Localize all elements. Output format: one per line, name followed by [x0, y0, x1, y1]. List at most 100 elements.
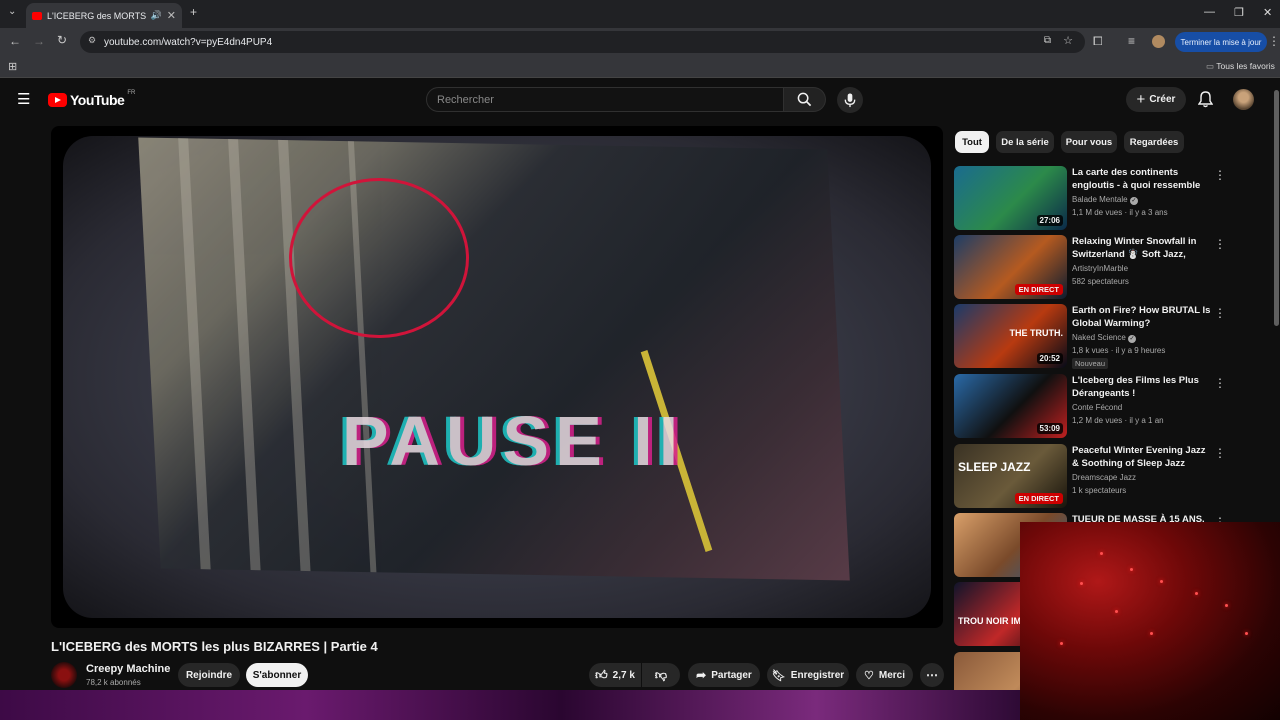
thumbs-down-icon: 👎︎ — [654, 667, 668, 682]
minimize-icon[interactable]: — — [1204, 6, 1215, 18]
subscribe-button[interactable]: S'abonner — [246, 663, 308, 687]
reload-icon[interactable]: ↻ — [57, 33, 67, 47]
youtube-wordmark: YouTube — [70, 92, 125, 108]
recommendation-item[interactable]: SLEEP JAZZ EN DIRECT Peaceful Winter Eveni… — [954, 444, 1264, 508]
close-window-icon[interactable]: ✕ — [1263, 6, 1272, 19]
recommendation-item[interactable]: THE TRUTH. 20:52 Earth on Fire? How BRUTAL… — [954, 304, 1264, 369]
site-info-icon[interactable]: ⚙ — [88, 35, 96, 46]
page-scrollbar[interactable] — [1274, 90, 1279, 326]
recommendation-meta: 1,2 M de vues · il y a 1 an — [1072, 416, 1164, 425]
chip-for-you[interactable]: Pour vous — [1061, 131, 1117, 153]
more-vert-icon[interactable]: ⋮ — [1214, 376, 1226, 390]
hamburger-menu-icon[interactable]: ☰ — [17, 90, 30, 108]
chip-all[interactable]: Tout — [955, 131, 989, 153]
back-icon[interactable]: ← — [9, 34, 21, 48]
more-horizontal-icon: ⋯ — [926, 668, 938, 682]
all-bookmarks-folder[interactable]: ▭ Tous les favoris — [1206, 61, 1275, 72]
video-player[interactable]: PAUSE II — [51, 126, 943, 628]
verified-icon: ✓ — [1128, 335, 1137, 343]
thumbnail-text: THE TRUTH. — [1009, 328, 1064, 338]
chip-watched[interactable]: Regardées — [1124, 131, 1184, 153]
youtube-logo[interactable]: YouTube FR — [48, 90, 135, 108]
video-title: L'ICEBERG des MORTS les plus BIZARRES | … — [51, 639, 378, 654]
browser-tab[interactable]: L'ICEBERG des MORTS les p 🔊 ✕ — [26, 3, 182, 28]
microphone-icon — [844, 92, 856, 107]
recommendation-title[interactable]: L'Iceberg des Films les Plus Dérangeants… — [1072, 374, 1212, 401]
maximize-icon[interactable]: ❐ — [1234, 6, 1244, 19]
reading-list-icon[interactable]: ≡ — [1128, 34, 1135, 48]
plus-icon: + — [1136, 91, 1146, 108]
recommendation-channel[interactable]: Balade Mentale ✓ — [1072, 195, 1138, 205]
bookmark-star-icon[interactable]: ☆ — [1063, 34, 1073, 47]
user-avatar[interactable] — [1233, 89, 1254, 110]
notifications-bell-icon[interactable] — [1198, 91, 1213, 108]
search-input[interactable]: Rechercher — [426, 87, 784, 112]
recommendation-channel[interactable]: Conte Fécond — [1072, 403, 1122, 412]
extensions-icon[interactable]: ⧠ — [1093, 34, 1103, 49]
recommendation-meta: 1 k spectateurs — [1072, 486, 1127, 495]
youtube-play-icon — [48, 93, 67, 107]
video-thumbnail[interactable]: 27:06 — [954, 166, 1067, 230]
video-thumbnail[interactable]: SLEEP JAZZ EN DIRECT — [954, 444, 1067, 508]
video-thumbnail[interactable]: 53:09 — [954, 374, 1067, 438]
pause-overlay-text: PAUSE II — [341, 402, 685, 480]
recommendation-title[interactable]: Relaxing Winter Snowfall in Switzerland … — [1072, 235, 1212, 262]
thumbs-up-icon: 👍︎ — [595, 667, 608, 682]
new-badge: Nouveau — [1072, 358, 1109, 369]
like-count: 2,7 k — [612, 669, 635, 681]
thumbnail-text: SLEEP JAZZ — [958, 460, 1031, 474]
recommendation-title[interactable]: Earth on Fire? How BRUTAL Is Global Warm… — [1072, 304, 1212, 331]
new-tab-icon[interactable]: + — [190, 5, 197, 19]
recommendation-item[interactable]: 53:09 L'Iceberg des Films les Plus Dérang… — [954, 374, 1264, 438]
chip-from-series[interactable]: De la série — [996, 131, 1054, 153]
speaker-icon[interactable]: 🔊 — [151, 10, 162, 21]
voice-search-button[interactable] — [837, 87, 863, 113]
heart-icon: ♡ — [864, 669, 874, 682]
video-thumbnail[interactable]: THE TRUTH. 20:52 — [954, 304, 1067, 368]
dislike-button[interactable]: 👎︎ — [642, 663, 680, 687]
live-badge: EN DIRECT — [1014, 284, 1063, 295]
more-vert-icon[interactable]: ⋮ — [1214, 237, 1226, 251]
thanks-button[interactable]: ♡ Merci — [856, 663, 913, 687]
close-tab-icon[interactable]: ✕ — [167, 9, 176, 22]
recommendation-title[interactable]: La carte des continents engloutis - à qu… — [1072, 166, 1212, 193]
like-button[interactable]: 👍︎ 2,7 k — [589, 663, 641, 687]
tab-search-icon[interactable]: ⌄ — [8, 6, 16, 17]
more-vert-icon[interactable]: ⋮ — [1214, 306, 1226, 320]
browser-tabstrip: ⌄ L'ICEBERG des MORTS les p 🔊 ✕ + — ❐ ✕ — [0, 0, 1280, 28]
video-thumbnail[interactable]: EN DIRECT — [954, 235, 1067, 299]
recommendation-channel[interactable]: ArtistryInMarble — [1072, 264, 1128, 273]
recommendation-item[interactable]: EN DIRECT Relaxing Winter Snowfall in Swi… — [954, 235, 1264, 299]
install-icon[interactable]: ⧉ — [1044, 35, 1051, 46]
youtube-header: ☰ YouTube FR Rechercher + Créer — [0, 80, 1280, 120]
join-button[interactable]: Rejoindre — [178, 663, 240, 687]
apps-grid-icon[interactable]: ⊞ — [8, 60, 17, 73]
more-vert-icon[interactable]: ⋮ — [1214, 446, 1226, 460]
profile-icon[interactable] — [1152, 35, 1165, 48]
search-button[interactable] — [784, 87, 826, 112]
url-field[interactable]: ⚙ youtube.com/watch?v=pyE4dn4PUP4 ⧉ ☆ — [80, 31, 1085, 53]
share-label: Partager — [711, 669, 752, 681]
background-stream-strip — [0, 690, 1020, 720]
recommendation-channel[interactable]: Dreamscape Jazz — [1072, 473, 1136, 482]
recommendation-title[interactable]: Peaceful Winter Evening Jazz & Soothing … — [1072, 444, 1212, 471]
channel-name[interactable]: Creepy Machine — [86, 663, 170, 675]
save-button[interactable]: 🔖︎ Enregistrer — [767, 663, 849, 687]
share-icon: ➦ — [696, 668, 707, 682]
more-actions-button[interactable]: ⋯ — [920, 663, 944, 687]
recommendation-meta: 1,1 M de vues · il y a 3 ans — [1072, 208, 1168, 217]
menu-dots-icon[interactable]: ⋮ — [1268, 34, 1280, 48]
search-placeholder: Rechercher — [437, 93, 494, 106]
recommendation-item[interactable]: 27:06 La carte des continents engloutis -… — [954, 166, 1264, 230]
create-button[interactable]: + Créer — [1126, 87, 1186, 112]
forward-icon[interactable]: → — [33, 34, 45, 48]
share-button[interactable]: ➦ Partager — [688, 663, 760, 687]
more-vert-icon[interactable]: ⋮ — [1214, 168, 1226, 182]
channel-avatar[interactable] — [51, 662, 77, 688]
update-button[interactable]: Terminer la mise à jour — [1175, 32, 1267, 52]
verified-icon: ✓ — [1129, 197, 1138, 205]
video-frame: PAUSE II — [63, 136, 931, 618]
create-label: Créer — [1149, 94, 1176, 105]
recommendation-channel[interactable]: Naked Science ✓ — [1072, 333, 1137, 343]
thanks-label: Merci — [878, 669, 905, 681]
